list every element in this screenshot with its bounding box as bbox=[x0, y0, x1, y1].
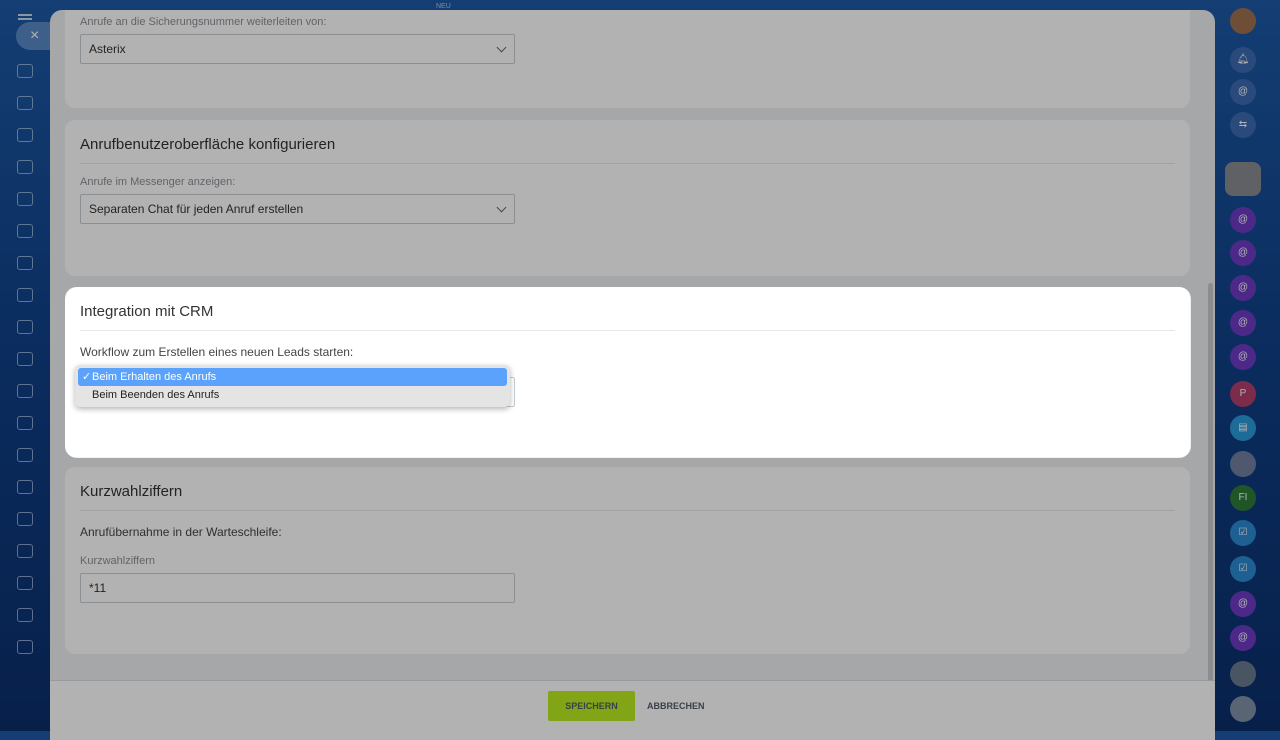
right-sidebar: 🔔︎ @ ⇆ @ @ @ @ @ P ▤ FI ☑ ☑ @ @ bbox=[1215, 0, 1280, 731]
chat-avatar[interactable]: ▤ bbox=[1230, 415, 1256, 441]
ui-config-card: Anrufbenutzeroberfläche konfigurieren An… bbox=[65, 120, 1190, 276]
box-icon[interactable] bbox=[17, 576, 33, 590]
target-icon[interactable] bbox=[17, 544, 33, 558]
user-avatar[interactable] bbox=[1230, 8, 1256, 34]
openline-icon[interactable]: @ bbox=[1230, 207, 1256, 233]
monitor-icon[interactable] bbox=[17, 352, 33, 366]
database-icon[interactable] bbox=[17, 448, 33, 462]
messenger-value: Separaten Chat für jeden Anruf erstellen bbox=[89, 202, 304, 216]
openline-icon[interactable]: @ bbox=[1230, 275, 1256, 301]
scrollbar[interactable] bbox=[1208, 283, 1213, 725]
workflow-dropdown: ✓ Beim Erhalten des Anrufs Beim Beenden d… bbox=[75, 365, 510, 407]
openline-icon[interactable]: @ bbox=[1230, 240, 1256, 266]
openline-icon[interactable]: @ bbox=[1230, 344, 1256, 370]
forwarding-label: Anrufe an die Sicherungsnummer weiterlei… bbox=[80, 16, 327, 28]
bell-icon[interactable]: 🔔︎ bbox=[1230, 47, 1256, 73]
group-avatar[interactable] bbox=[1230, 451, 1256, 477]
check-icon: ✓ bbox=[82, 371, 92, 383]
workflow-label: Workflow zum Erstellen eines neuen Leads… bbox=[80, 345, 354, 359]
chat-search-icon[interactable]: ⇆ bbox=[1230, 112, 1256, 138]
chat-icon[interactable] bbox=[17, 256, 33, 270]
messenger-select[interactable]: Separaten Chat für jeden Anruf erstellen bbox=[80, 194, 515, 224]
cards-icon[interactable] bbox=[17, 480, 33, 494]
documents-icon[interactable] bbox=[17, 128, 33, 142]
chat-avatar[interactable] bbox=[1230, 661, 1256, 687]
messenger-label: Anrufe im Messenger anzeigen: bbox=[80, 176, 236, 188]
openline-icon[interactable]: @ bbox=[1230, 310, 1256, 336]
filter-icon[interactable] bbox=[17, 384, 33, 398]
forwarding-card: Anrufe an die Sicherungsnummer weiterlei… bbox=[65, 10, 1190, 108]
cart-icon[interactable] bbox=[17, 512, 33, 526]
call-icon[interactable]: @ bbox=[1230, 79, 1256, 105]
speed-dial-title: Kurzwahlziffern bbox=[80, 467, 1175, 511]
speed-dial-card: Kurzwahlziffern Anrufübernahme in der Wa… bbox=[65, 467, 1190, 654]
chat-avatar-fi[interactable]: FI bbox=[1230, 485, 1256, 511]
option-on-end[interactable]: Beim Beenden des Anrufs bbox=[78, 386, 507, 404]
edit-icon[interactable] bbox=[17, 416, 33, 430]
task-icon[interactable]: ☑ bbox=[1230, 520, 1256, 546]
tasks-icon[interactable] bbox=[17, 224, 33, 238]
chat-avatar-p[interactable]: P bbox=[1230, 381, 1256, 407]
grid-icon[interactable] bbox=[17, 640, 33, 654]
ui-config-title: Anrufbenutzeroberfläche konfigurieren bbox=[80, 120, 1175, 164]
menu-icon[interactable] bbox=[18, 14, 32, 16]
openline-icon[interactable]: @ bbox=[1230, 625, 1256, 651]
settings-slider: Anrufe an die Sicherungsnummer weiterlei… bbox=[50, 10, 1215, 740]
forwarding-select[interactable]: Asterix bbox=[80, 34, 515, 64]
cancel-button[interactable]: ABBRECHEN bbox=[647, 691, 705, 721]
hold-pickup-label: Anrufübernahme in der Warteschleife: bbox=[80, 525, 282, 539]
chat-avatar[interactable] bbox=[1230, 696, 1256, 722]
speed-dial-input[interactable]: *11 bbox=[80, 573, 515, 603]
forwarding-value: Asterix bbox=[89, 42, 126, 56]
option-on-receive[interactable]: ✓ Beim Erhalten des Anrufs bbox=[78, 368, 507, 386]
openline-icon[interactable]: @ bbox=[1230, 591, 1256, 617]
new-badge: NEU bbox=[436, 3, 451, 10]
save-button[interactable]: SPEICHERN bbox=[548, 691, 635, 721]
drive-icon[interactable] bbox=[17, 192, 33, 206]
option-label: Beim Beenden des Anrufs bbox=[92, 389, 220, 401]
crm-title: Integration mit CRM bbox=[80, 287, 1175, 331]
left-sidebar: × bbox=[0, 0, 66, 731]
task-icon[interactable]: ☑ bbox=[1230, 556, 1256, 582]
home-icon[interactable] bbox=[17, 64, 33, 78]
option-label: Beim Erhalten des Anrufs bbox=[92, 371, 217, 383]
footer-bar: SPEICHERN ABBRECHEN bbox=[50, 680, 1215, 740]
chevron-down-icon bbox=[496, 42, 507, 53]
crm-card: Integration mit CRM Workflow zum Erstell… bbox=[65, 287, 1190, 457]
feed-icon[interactable] bbox=[17, 96, 33, 110]
mail-icon[interactable] bbox=[17, 288, 33, 302]
chevron-down-icon bbox=[496, 202, 507, 213]
contacts-icon[interactable] bbox=[17, 160, 33, 174]
org-icon[interactable] bbox=[17, 608, 33, 622]
speed-dial-field-label: Kurzwahlziffern bbox=[80, 555, 155, 567]
contact-avatar[interactable] bbox=[1225, 162, 1261, 196]
calendar-icon[interactable] bbox=[17, 320, 33, 334]
